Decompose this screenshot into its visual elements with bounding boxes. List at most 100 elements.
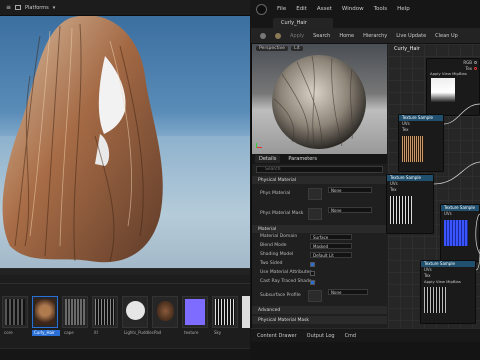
output-log-button[interactable]: Output Log [307, 333, 335, 339]
prop-label: Two Sided [260, 261, 283, 266]
pin-dot [474, 66, 477, 70]
platforms-dropdown[interactable]: Platforms [25, 5, 49, 11]
subsurface-dropdown[interactable]: None [328, 289, 368, 295]
shading-model-dropdown[interactable]: Default Lit [310, 252, 352, 258]
bottom-strip [251, 342, 480, 360]
node-texture-preview [424, 287, 446, 313]
tab-label: Curly_Hair [281, 20, 307, 26]
platforms-icon [15, 5, 22, 10]
save-button[interactable] [257, 32, 269, 40]
blend-mode-dropdown[interactable]: Masked [310, 243, 352, 249]
asset-thumb-texture[interactable]: texture [182, 296, 208, 335]
status-label: Content Drawer [257, 332, 297, 339]
browse-button[interactable] [272, 32, 284, 40]
graph-breadcrumb[interactable]: Curly_Hair [394, 46, 420, 52]
graph-node-texture-sample-2[interactable]: Texture Sample UVs Tex [386, 174, 434, 234]
drawer-header [0, 269, 250, 275]
graph-node-top[interactable]: RGB Tex Apply View MipBias [426, 58, 480, 116]
clean-up-button[interactable]: Clean Up [432, 32, 461, 40]
menu-icon[interactable]: ≡ [6, 4, 11, 11]
two-sided-checkbox[interactable] [310, 262, 315, 267]
menu-asset[interactable]: Asset [317, 6, 332, 12]
tab-parameters[interactable]: Parameters [284, 155, 321, 163]
graph-node-texture-sample-4[interactable]: Texture Sample UVs Tex Apply View MipBia… [420, 260, 476, 324]
status-label: Cmd [344, 332, 357, 339]
prop-label: Shading Model [260, 252, 294, 257]
asset-thumb-pad[interactable]: Pad [152, 296, 178, 335]
menu-edit[interactable]: Edit [296, 6, 307, 12]
section-physical-material[interactable]: Physical Material [252, 176, 387, 184]
graph-node-texture-sample-3[interactable]: Texture Sample UVs [440, 204, 480, 262]
prop-phys-material-mask: Phys Material Mask None [252, 207, 387, 220]
graph-node-texture-sample-1[interactable]: Texture Sample UVs Tex [398, 114, 444, 172]
asset-label: texture [184, 330, 199, 335]
tab-curly-hair[interactable]: Curly_Hair [273, 18, 333, 28]
section-label: Physical Material [258, 178, 297, 183]
phys-mask-dropdown[interactable]: None [328, 207, 372, 213]
apply-button[interactable]: Apply [287, 32, 307, 40]
use-material-attributes-checkbox[interactable] [310, 271, 315, 276]
editor-status-bar: Content Drawer Output Log Cmd [251, 328, 480, 342]
asset-preview [35, 299, 55, 325]
material-domain-dropdown[interactable]: Surface [310, 234, 352, 240]
section-label: Advanced [258, 308, 281, 313]
asset-thumb-cape[interactable]: cape [62, 296, 88, 335]
asset-thumb-sky[interactable]: Sky [212, 296, 238, 335]
asset-thumb-curly-hair[interactable]: Curly_Hair [32, 296, 60, 336]
details-search-input[interactable] [256, 166, 383, 173]
prop-value: None [331, 290, 342, 295]
material-graph[interactable]: Curly_Hair RGB Tex Apply View MipBias Te… [386, 44, 480, 328]
menu-bar: File Edit Asset Window Tools Help [251, 0, 480, 18]
home-label: Home [339, 32, 355, 39]
material-preview-viewport[interactable]: Perspective Lit [252, 44, 387, 154]
asset-preview [95, 299, 115, 325]
prop-phys-material: Phys Material None [252, 187, 387, 200]
prop-material-domain: Material Domain Surface [252, 234, 387, 242]
asset-label: Lights_Puddles [124, 330, 154, 335]
node-pin-uvs[interactable]: UVs [441, 211, 479, 217]
prop-value: Default Lit [313, 253, 334, 258]
phys-mask-thumb [308, 208, 322, 220]
prop-value: None [331, 208, 342, 213]
hierarchy-button[interactable]: Hierarchy [360, 32, 390, 40]
prop-label: Phys Material [260, 191, 291, 196]
folder-icon [275, 32, 281, 39]
cmd-button[interactable]: Cmd [345, 333, 357, 339]
menu-help[interactable]: Help [397, 6, 410, 12]
asset-preview [215, 299, 235, 325]
asset-label: Pad [154, 330, 162, 335]
prop-label: Phys Material Mask [260, 211, 304, 216]
phys-material-dropdown[interactable]: None [328, 187, 372, 193]
section-advanced[interactable]: Advanced [252, 306, 387, 314]
asset-label: itl [94, 330, 98, 335]
asset-thumb-itl[interactable]: itl [92, 296, 118, 335]
clean-up-label: Clean Up [435, 32, 458, 39]
menu-file[interactable]: File [277, 6, 286, 12]
menu-window[interactable]: Window [342, 6, 364, 12]
node-option: Apply View MipBias [424, 279, 461, 284]
section-material[interactable]: Material [252, 225, 387, 233]
prop-blend-mode: Blend Mode Masked [252, 243, 387, 251]
asset-thumb-core[interactable]: core [2, 296, 28, 335]
node-pin-tex[interactable]: Tex [399, 127, 443, 133]
live-update-button[interactable]: Live Update [393, 32, 429, 40]
asset-label: cape [64, 330, 74, 335]
asset-label: Curly_Hair [34, 330, 55, 335]
asset-thumb-lights-puddles[interactable]: Lights_Puddles [122, 296, 154, 335]
asset-thumb-partial[interactable] [242, 296, 250, 328]
cast-shadows-checkbox[interactable] [310, 280, 315, 285]
viewport-scene[interactable] [0, 16, 250, 268]
tab-details[interactable]: Details [255, 155, 281, 163]
search-label: Search [313, 32, 331, 39]
hair-render [2, 16, 163, 263]
level-viewport[interactable]: ≡ Platforms ▾ [0, 0, 250, 268]
save-icon [260, 32, 266, 39]
content-drawer-button[interactable]: Content Drawer [257, 333, 297, 339]
menu-tools[interactable]: Tools [374, 6, 388, 12]
pin-label: RGB [463, 59, 472, 65]
section-physical-material-mask[interactable]: Physical Material Mask [252, 316, 387, 324]
node-pin-tex[interactable]: Tex [387, 187, 433, 193]
prop-value: Surface [313, 235, 329, 240]
search-button[interactable]: Search [310, 32, 333, 40]
home-button[interactable]: Home [336, 32, 357, 40]
